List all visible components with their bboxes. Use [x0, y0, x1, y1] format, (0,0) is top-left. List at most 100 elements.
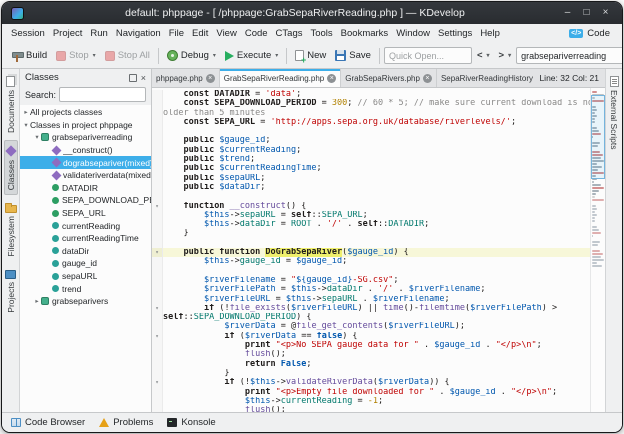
menu-settings[interactable]: Settings	[434, 26, 476, 41]
fold-marker-icon[interactable]: ▾	[152, 378, 163, 387]
menu-window[interactable]: Window	[392, 26, 434, 41]
tree-item-grabseparivers[interactable]: ▸grabseparivers	[20, 295, 151, 308]
menu-help[interactable]: Help	[476, 26, 504, 41]
tree-item-trend[interactable]: trend	[20, 282, 151, 295]
code-line[interactable]	[152, 239, 590, 248]
editor-tab-grabsepariverreading-php[interactable]: GrabSepaRiverReading.php×	[220, 69, 342, 87]
menu-navigation[interactable]: Navigation	[112, 26, 165, 41]
tree-item-sepaurl[interactable]: sepaURL	[20, 270, 151, 283]
code-line[interactable]: $riverFileURL = $this->sepaURL . $riverF…	[152, 295, 590, 304]
toolbar-search-input[interactable]	[516, 47, 623, 64]
fold-marker-icon[interactable]: ▾	[152, 304, 163, 313]
tab-close-icon[interactable]: ×	[327, 74, 336, 83]
stop-button[interactable]: Stop▾	[52, 47, 100, 64]
code-line[interactable]: ▾ public function DoGrabSepaRiver($gauge…	[152, 248, 590, 257]
code-line[interactable]: print "<p>Empty file downloaded for " . …	[152, 388, 590, 397]
classes-search-input[interactable]	[59, 87, 146, 102]
tree-item-sepa-download-period[interactable]: SEPA_DOWNLOAD_PERIOD	[20, 194, 151, 207]
code-line[interactable]: }	[152, 229, 590, 238]
menu-tools[interactable]: Tools	[306, 26, 336, 41]
code-line[interactable]: $this->sepaURL = self::SEPA_URL;	[152, 211, 590, 220]
tree-item-grabsepariverreading[interactable]: ▾grabsepariverreading	[20, 131, 151, 144]
menu-code[interactable]: Code	[241, 26, 272, 41]
code-line[interactable]: const DATADIR = 'data';	[152, 90, 590, 99]
execute-button[interactable]: Execute▾	[221, 47, 282, 64]
code-line[interactable]: public $trend;	[152, 155, 590, 164]
code-line[interactable]: $this->dataDir = ROOT . '/' . self::DATA…	[152, 220, 590, 229]
expander-icon[interactable]: ▸	[33, 297, 41, 305]
menu-file[interactable]: File	[165, 26, 188, 41]
menu-bookmarks[interactable]: Bookmarks	[337, 26, 393, 41]
code-line[interactable]	[152, 192, 590, 201]
dock-tab-classes[interactable]: Classes	[4, 140, 18, 195]
code-line[interactable]: const SEPA_DOWNLOAD_PERIOD = 300; // 60 …	[152, 99, 590, 108]
code-line[interactable]: ▾ if ($riverData == false) {	[152, 332, 590, 341]
tree-item-dograbsepariver-mixed[interactable]: dograbsepariver(mixed)	[20, 156, 151, 169]
nav-back-button[interactable]: <▾	[473, 47, 494, 64]
code-line[interactable]: print "<p>No SEPA gauge data for " . $ga…	[152, 341, 590, 350]
tab-close-icon[interactable]: ×	[206, 74, 215, 83]
code-line[interactable]: $riverFilePath = $this->dataDir . '/' . …	[152, 285, 590, 294]
toolview-button-problems[interactable]: Problems	[96, 416, 156, 429]
editor-tab-separiverreadinghistory-php[interactable]: SepaRiverReadingHistory.php×	[437, 69, 534, 87]
tree-item-classes-in-project-phppage[interactable]: ▾Classes in project phppage	[20, 119, 151, 132]
dock-tab-filesystem[interactable]: Filesystem	[4, 198, 18, 261]
code-line[interactable]: older than 5 minutes	[152, 109, 590, 118]
tree-item-datadir[interactable]: dataDir	[20, 245, 151, 258]
expander-icon[interactable]: ▸	[22, 108, 30, 116]
tree-item-all-projects-classes[interactable]: ▸All projects classes	[20, 106, 151, 119]
debug-button[interactable]: Debug▾	[163, 47, 220, 64]
tree-item-currentreading[interactable]: currentReading	[20, 219, 151, 232]
editor-tab-phppage-php[interactable]: phppage.php×	[152, 69, 220, 87]
minimap[interactable]	[590, 88, 605, 412]
menu-edit[interactable]: Edit	[188, 26, 212, 41]
code-line[interactable]: }	[152, 369, 590, 378]
code-line[interactable]: public $gauge_id;	[152, 136, 590, 145]
code-line[interactable]: public $sepaURL;	[152, 174, 590, 183]
minimap-viewport[interactable]	[591, 95, 605, 179]
new-button[interactable]: New	[291, 47, 330, 64]
tree-item-construct[interactable]: __construct()	[20, 144, 151, 157]
expander-icon[interactable]: ▾	[33, 133, 41, 141]
toolview-button-konsole[interactable]: Konsole	[164, 416, 218, 429]
code-line[interactable]: flush();	[152, 350, 590, 359]
menu-ctags[interactable]: CTags	[272, 26, 307, 41]
area-switcher-code[interactable]: </> Code	[565, 27, 617, 40]
menu-view[interactable]: View	[212, 26, 240, 41]
dock-tab-documents[interactable]: Documents	[5, 72, 17, 137]
dock-tab-external-scripts[interactable]: External Scripts	[608, 72, 620, 154]
close-panel-icon[interactable]: ×	[141, 74, 146, 82]
code-line[interactable]: return False;	[152, 360, 590, 369]
menu-session[interactable]: Session	[7, 26, 49, 41]
code-line[interactable]: $riverFilename = "${gauge_id}-SG.csv";	[152, 276, 590, 285]
build-button[interactable]: Build	[7, 47, 51, 65]
code-line[interactable]: ▾ if (!$this->validateRiverData($riverDa…	[152, 378, 590, 387]
dock-tab-projects[interactable]: Projects	[4, 264, 17, 317]
minimize-button[interactable]: –	[560, 6, 575, 21]
code-line[interactable]: public $currentReadingTime;	[152, 164, 590, 173]
tree-item-validateriverdata-mixed[interactable]: validateriverdata(mixed)	[20, 169, 151, 182]
code-line[interactable]: $riverData = @file_get_contents($riverFi…	[152, 322, 590, 331]
code-line[interactable]: self::SEPA_DOWNLOAD_PERIOD) {	[152, 313, 590, 322]
code-line[interactable]: ▾ if (!file_exists($riverFileURL) || tim…	[152, 304, 590, 313]
float-panel-icon[interactable]	[129, 74, 137, 82]
save-button[interactable]: Save	[331, 47, 375, 64]
quick-open-input[interactable]	[384, 47, 472, 64]
code-line[interactable]	[152, 267, 590, 276]
fold-marker-icon[interactable]: ▾	[152, 248, 163, 257]
fold-marker-icon[interactable]: ▾	[152, 202, 163, 211]
code-line[interactable]: $this->currentReading = -1;	[152, 397, 590, 406]
fold-marker-icon[interactable]: ▾	[152, 332, 163, 341]
nav-forward-button[interactable]: >▾	[495, 47, 516, 64]
expander-icon[interactable]: ▾	[22, 121, 30, 129]
code-area[interactable]: const DATADIR = 'data'; const SEPA_DOWNL…	[152, 88, 590, 412]
code-line[interactable]: public $dataDir;	[152, 183, 590, 192]
code-line[interactable]: const SEPA_URL = 'http://apps.sepa.org.u…	[152, 118, 590, 127]
code-line[interactable]: $this->gauge_id = $gauge_id;	[152, 257, 590, 266]
menu-run[interactable]: Run	[86, 26, 111, 41]
code-line[interactable]: public $currentReading;	[152, 146, 590, 155]
tree-item-gauge-id[interactable]: gauge_id	[20, 257, 151, 270]
editor-tab-grabseparivers-php[interactable]: GrabSepaRivers.php×	[341, 69, 437, 87]
code-line[interactable]: ▾ function __construct() {	[152, 202, 590, 211]
toolview-button-code-browser[interactable]: Code Browser	[8, 416, 88, 429]
